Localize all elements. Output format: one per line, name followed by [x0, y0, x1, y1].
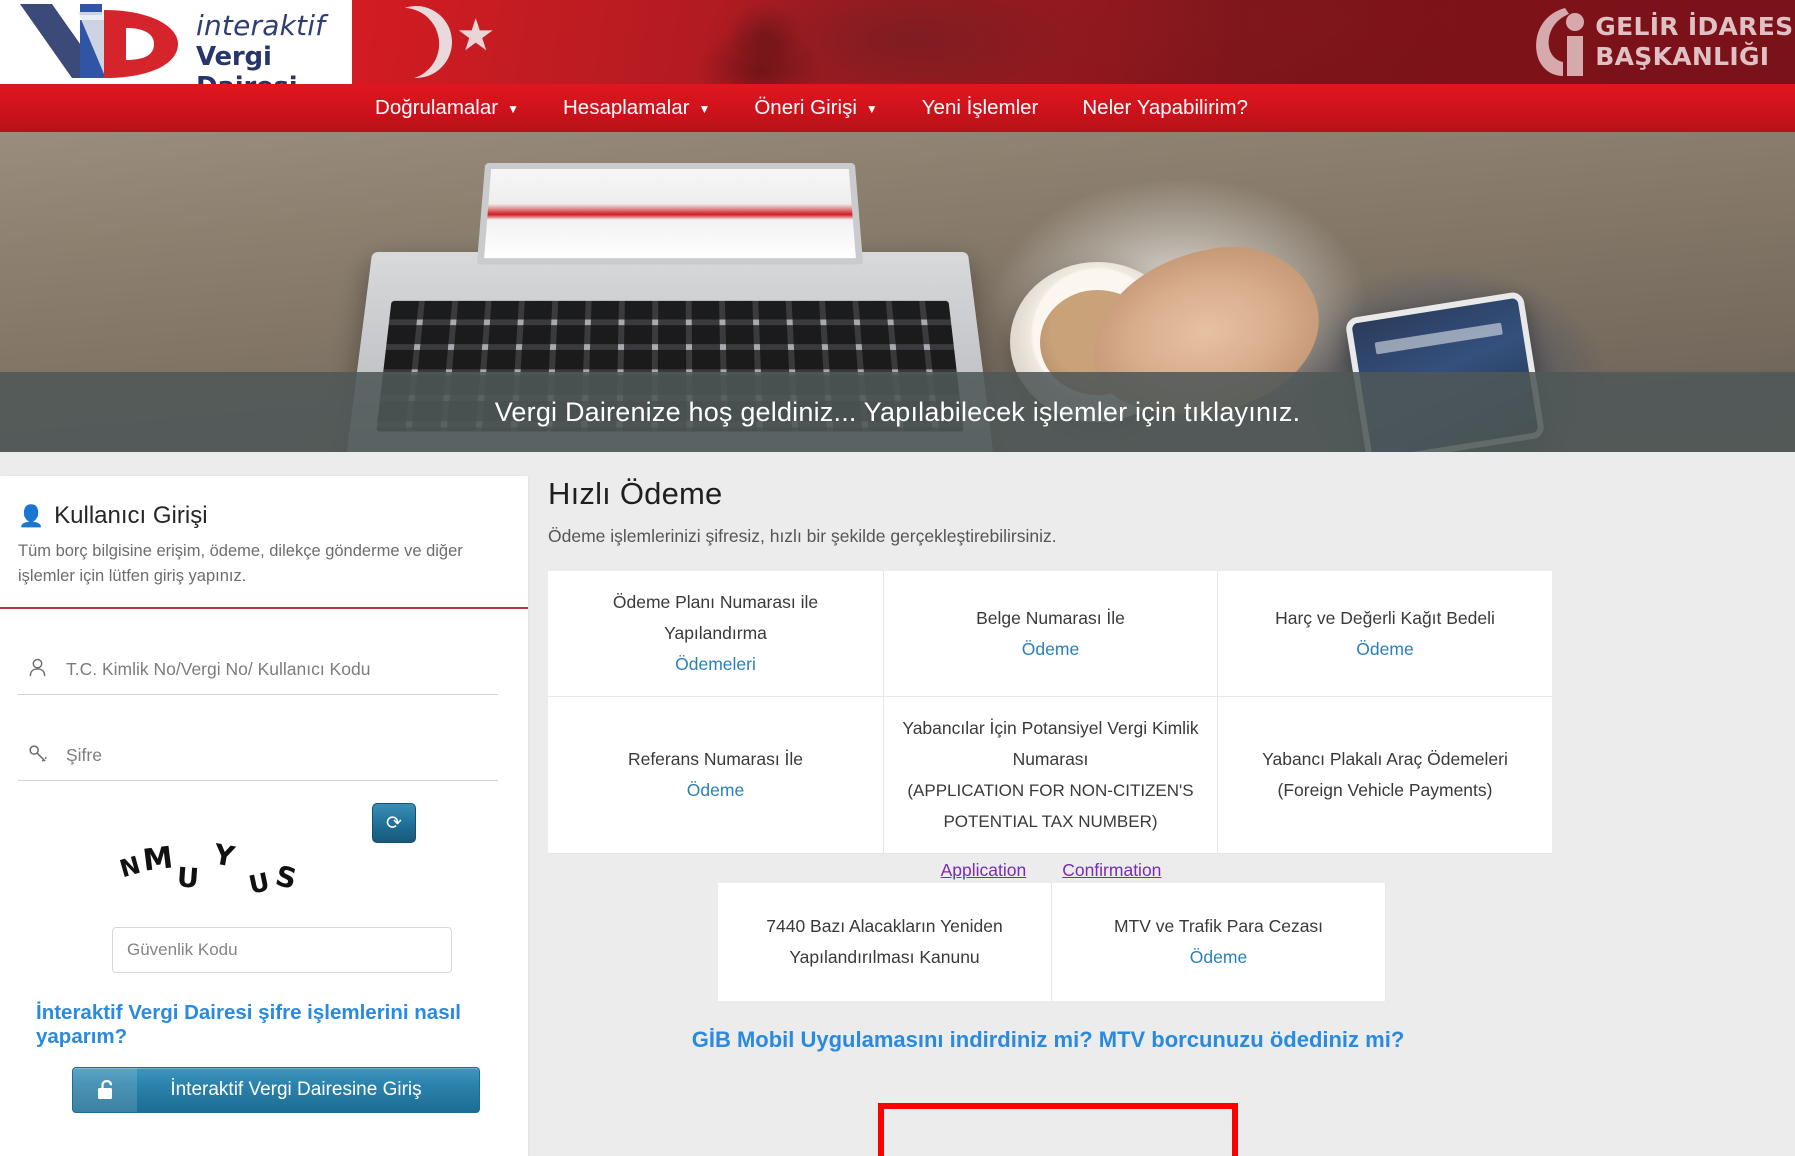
- laptop-screen-image: [476, 163, 864, 265]
- site-header: interaktif Vergi Dairesi GELİR İDARESİ B…: [0, 0, 1795, 84]
- captcha-char-1: N: [116, 850, 144, 884]
- row3-spacer-right: [1386, 883, 1548, 1001]
- hero-banner: Vergi Dairenize hoş geldiniz... Yapılabi…: [0, 132, 1795, 452]
- password-input[interactable]: [66, 745, 496, 766]
- pay-cell-potential-tax-number[interactable]: Yabancılar İçin Potansiyel Vergi Kimlik …: [884, 697, 1218, 854]
- row3-spacer-left: [548, 883, 718, 1001]
- quick-payment-panel: Hızlı Ödeme Ödeme işlemlerinizi şifresiz…: [548, 476, 1552, 1053]
- quick-payment-title: Hızlı Ödeme: [548, 476, 723, 511]
- pay-cell-link[interactable]: Ödeme: [1356, 634, 1413, 665]
- pay-cell-en-line1: (APPLICATION FOR NON-CITIZEN'S: [907, 781, 1194, 800]
- pay-cell-line2: (Foreign Vehicle Payments): [1277, 780, 1493, 800]
- pay-cell-harc-degerli-kagit[interactable]: Harç ve Değerli Kağıt Bedeli Ödeme: [1218, 571, 1552, 697]
- hero-welcome-text: Vergi Dairenize hoş geldiniz... Yapılabi…: [494, 396, 1301, 427]
- application-link[interactable]: Application: [941, 860, 1027, 881]
- pay-cell-line1: Belge Numarası İle: [976, 607, 1125, 628]
- nav-label-oneri-girisi: Öneri Girişi: [754, 96, 857, 119]
- pay-cell-line1: Harç ve Değerli Kağıt Bedeli: [1275, 607, 1495, 628]
- pay-cell-en-line2: POTENTIAL TAX NUMBER): [943, 812, 1158, 831]
- logo-text-vergi-dairesi: Vergi Dairesi: [196, 42, 298, 84]
- pay-cell-line2: Yapılandırılması Kanunu: [789, 947, 980, 967]
- login-description: Tüm borç bilgisine erişim, ödeme, dilekç…: [18, 542, 463, 585]
- gib-line-2: BAŞKANLIĞI: [1595, 42, 1770, 71]
- chevron-down-icon: ▼: [865, 102, 878, 116]
- links-row-spacer-right: [1218, 854, 1552, 881]
- captcha-char-6: S: [272, 859, 300, 896]
- potential-tax-number-links: Application Confirmation: [884, 860, 1218, 881]
- nav-item-dogrulamalar[interactable]: Doğrulamalar ▼: [353, 84, 541, 132]
- password-help-link[interactable]: İnteraktif Vergi Dairesi şifre işlemleri…: [36, 1001, 498, 1049]
- username-input[interactable]: [66, 659, 496, 680]
- login-panel: 👤 Kullanıcı Girişi Tüm borç bilgisine er…: [0, 476, 528, 1156]
- pay-cell-referans-numarasi[interactable]: Referans Numarası İle Ödeme: [548, 697, 884, 854]
- pay-cell-line1: Ödeme Planı Numarası ile: [612, 592, 819, 612]
- user-outline-icon: [24, 657, 50, 682]
- nav-item-yeni-islemler[interactable]: Yeni İşlemler: [900, 84, 1061, 132]
- pay-cell-odeme-plani[interactable]: Ödeme Planı Numarası ile Yapılandırma Öd…: [548, 571, 884, 697]
- nav-item-hesaplamalar[interactable]: Hesaplamalar ▼: [541, 84, 732, 132]
- nav-label-yeni-islemler: Yeni İşlemler: [921, 96, 1039, 119]
- pay-cell-line2: Yapılandırma: [664, 623, 767, 643]
- captcha-char-2: M: [140, 840, 175, 879]
- captcha-char-4: Y: [211, 837, 237, 874]
- pay-cell-link[interactable]: Ödeme: [687, 775, 744, 806]
- login-divider: [0, 607, 528, 609]
- key-icon: [24, 743, 50, 768]
- pay-cell-belge-numarasi[interactable]: Belge Numarası İle Ödeme: [884, 571, 1218, 697]
- gib-line-1: GELİR İDARESİ: [1595, 12, 1795, 41]
- login-title-text: Kullanıcı Girişi: [54, 502, 208, 529]
- links-row-spacer-left: [548, 854, 884, 881]
- hero-welcome-bar[interactable]: Vergi Dairenize hoş geldiniz... Yapılabi…: [0, 372, 1795, 452]
- ivd-logo[interactable]: interaktif Vergi Dairesi: [0, 0, 352, 84]
- ataturk-portrait-image: [560, 0, 980, 84]
- quick-payment-grid: Ödeme Planı Numarası ile Yapılandırma Öd…: [548, 571, 1552, 854]
- unlock-icon: [73, 1068, 137, 1112]
- nav-item-oneri-girisi[interactable]: Öneri Girişi ▼: [732, 84, 899, 132]
- ivd-logo-mark-icon: [20, 4, 178, 78]
- username-field-row[interactable]: [18, 643, 498, 695]
- main-navigation: Doğrulamalar ▼ Hesaplamalar ▼ Öneri Giri…: [0, 84, 1795, 132]
- nav-item-neler-yapabilirim[interactable]: Neler Yapabilirim?: [1060, 84, 1270, 132]
- password-field-row[interactable]: [18, 729, 498, 781]
- quick-payment-subtitle: Ödeme işlemlerinizi şifresiz, hızlı bir …: [548, 526, 1057, 546]
- login-submit-label: İnteraktif Vergi Dairesine Giriş: [170, 1079, 422, 1100]
- pay-cell-line1: Yabancılar İçin Potansiyel Vergi Kimlik: [902, 718, 1199, 738]
- nav-items-container: Doğrulamalar ▼ Hesaplamalar ▼ Öneri Giri…: [353, 84, 1270, 132]
- captcha-image: N M U Y U S: [114, 823, 394, 900]
- highlight-box-potential-tax-number: [878, 1103, 1238, 1156]
- nav-label-hesaplamalar: Hesaplamalar: [562, 96, 690, 119]
- ivd-logo-wordmark: interaktif Vergi Dairesi: [196, 9, 352, 85]
- confirmation-link[interactable]: Confirmation: [1062, 860, 1161, 881]
- captcha-input[interactable]: [112, 927, 452, 973]
- nav-label-dogrulamalar: Doğrulamalar: [375, 96, 499, 119]
- logo-text-interaktif: interaktif: [196, 9, 326, 42]
- nav-label-neler-yapabilirim: Neler Yapabilirim?: [1082, 96, 1248, 119]
- quick-payment-grid-row3: 7440 Bazı Alacakların Yeniden Yapılandır…: [548, 883, 1548, 1001]
- page-body: 👤 Kullanıcı Girişi Tüm borç bilgisine er…: [0, 452, 1795, 1156]
- pay-cell-mtv-trafik-cezasi[interactable]: MTV ve Trafik Para Cezası Ödeme: [1052, 883, 1386, 1001]
- pay-cell-link[interactable]: Ödeme: [1190, 942, 1247, 973]
- captcha-char-3: U: [175, 862, 200, 895]
- login-submit-button[interactable]: İnteraktif Vergi Dairesine Giriş: [72, 1067, 480, 1113]
- user-icon: 👤: [18, 504, 45, 528]
- pay-cell-line1: 7440 Bazı Alacakların Yeniden: [766, 916, 1003, 936]
- pay-cell-line1: MTV ve Trafik Para Cezası: [1113, 916, 1324, 936]
- chevron-down-icon: ▼: [698, 102, 711, 116]
- gib-emblem-icon: [1536, 8, 1585, 76]
- captcha-char-5: U: [246, 867, 273, 900]
- pay-cell-link[interactable]: Ödemeleri: [675, 649, 756, 680]
- pay-cell-line1: Yabancı Plakalı Araç Ödemeleri: [1262, 749, 1508, 769]
- pay-cell-yabanci-plakali-arac[interactable]: Yabancı Plakalı Araç Ödemeleri (Foreign …: [1218, 697, 1552, 854]
- gib-mobile-promo-link[interactable]: GİB Mobil Uygulamasını indirdiniz mi? MT…: [548, 1027, 1548, 1053]
- pay-cell-link[interactable]: Ödeme: [1022, 634, 1079, 665]
- login-panel-title: 👤 Kullanıcı Girişi: [18, 502, 498, 530]
- gib-agency-name: GELİR İDARESİ BAŞKANLIĞI: [1595, 12, 1795, 72]
- pay-cell-line1: Referans Numarası İle: [627, 749, 804, 769]
- gib-agency-logo[interactable]: GELİR İDARESİ BAŞKANLIĞI: [1531, 6, 1795, 78]
- pay-cell-7440-kanunu[interactable]: 7440 Bazı Alacakların Yeniden Yapılandır…: [718, 883, 1052, 1001]
- captcha-area: ⟳ N M U Y U S: [18, 803, 498, 923]
- pay-cell-line2: Numarası: [1012, 749, 1089, 769]
- chevron-down-icon: ▼: [507, 102, 519, 116]
